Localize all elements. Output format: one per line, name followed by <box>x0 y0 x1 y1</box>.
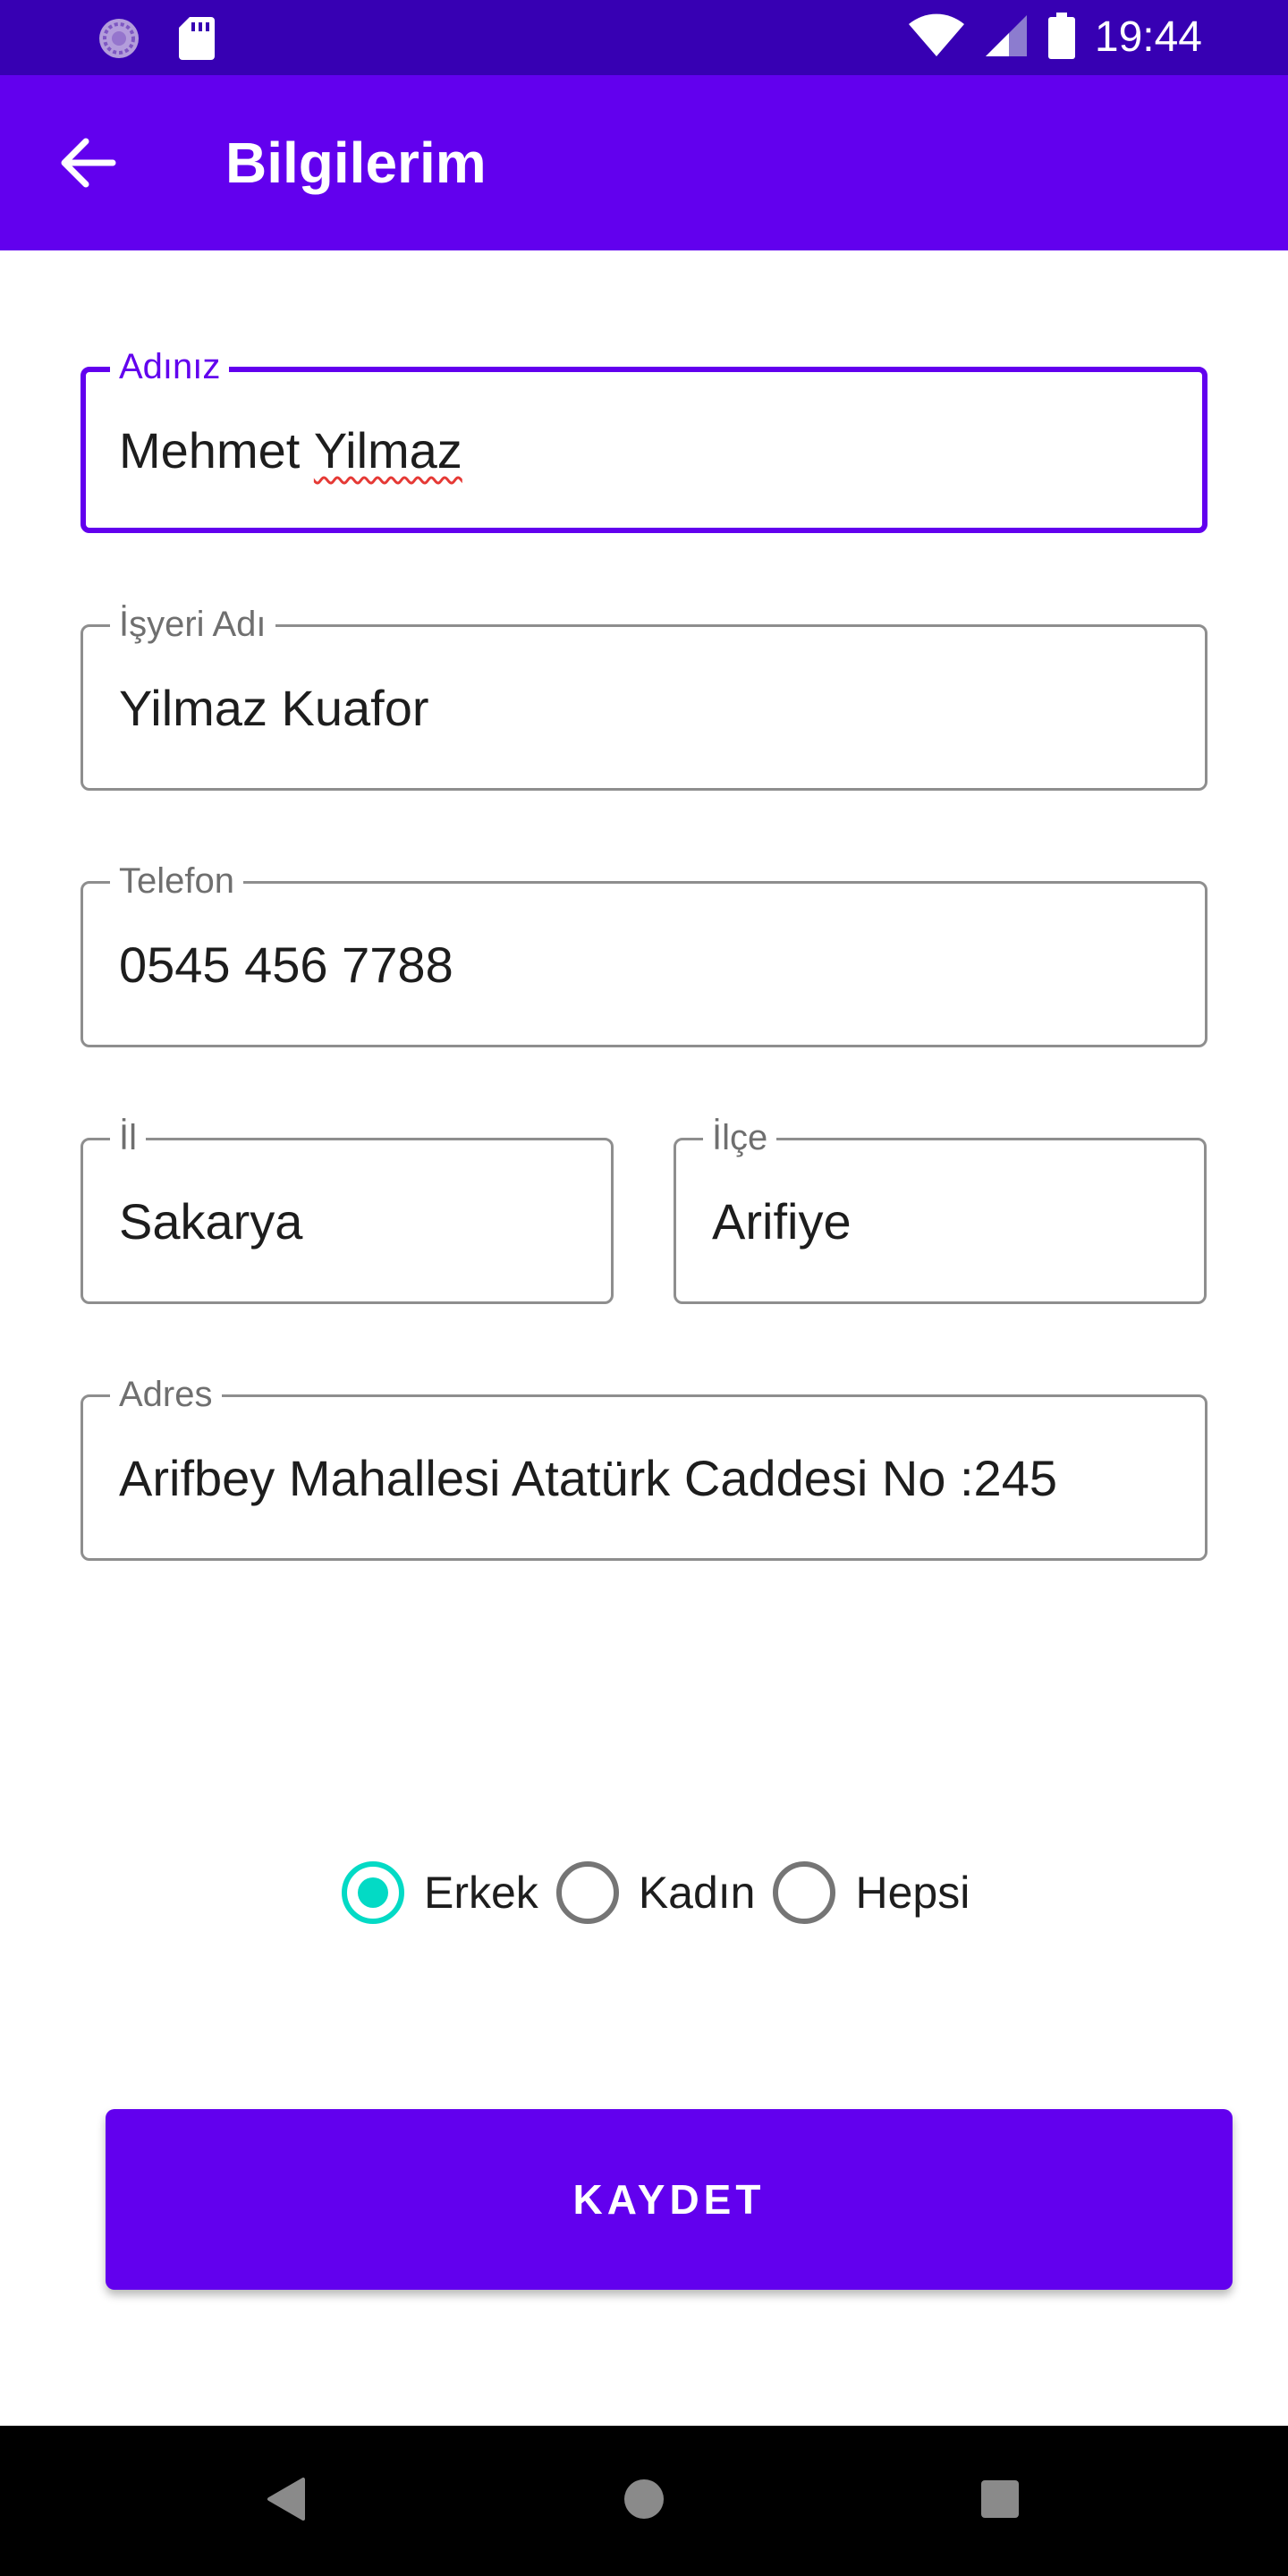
address-input[interactable]: Arifbey Mahallesi Atatürk Caddesi No :24… <box>119 1397 1057 1558</box>
signal-icon <box>984 13 1029 63</box>
city-input[interactable]: Sakarya <box>119 1140 302 1301</box>
phone-field[interactable]: Telefon 0545 456 7788 <box>80 860 1208 1047</box>
status-left-icons <box>97 16 215 65</box>
radio-erkek-label: Erkek <box>424 1868 538 1918</box>
home-circle-icon <box>623 2478 665 2525</box>
name-value-first: Mehmet <box>119 421 314 479</box>
wifi-icon <box>908 13 964 63</box>
radio-kadin-label: Kadın <box>638 1868 756 1918</box>
nav-recents-button[interactable] <box>964 2465 1036 2537</box>
recents-square-icon <box>980 2479 1020 2523</box>
sync-icon <box>97 16 141 65</box>
radio-checked-icon <box>342 1861 404 1924</box>
business-field[interactable]: İşyeri Adı Yilmaz Kuafor <box>80 604 1208 791</box>
battery-icon <box>1047 12 1075 64</box>
status-time: 19:44 <box>1094 13 1202 61</box>
name-field[interactable]: Adınız Mehmet Yilmaz <box>80 346 1208 533</box>
address-field[interactable]: Adres Arifbey Mahallesi Atatürk Caddesi … <box>80 1374 1208 1561</box>
nav-home-button[interactable] <box>608 2465 680 2537</box>
save-button[interactable]: KAYDET <box>106 2109 1233 2290</box>
status-right-icons: 19:44 <box>908 11 1202 64</box>
district-field[interactable]: İlçe Arifiye <box>674 1117 1207 1304</box>
radio-kadin[interactable]: Kadın <box>555 1861 756 1924</box>
screen: 19:44 Bilgilerim Adınız Mehmet Yilmaz İş… <box>0 0 1288 2576</box>
back-button[interactable] <box>45 122 131 208</box>
radio-hepsi-label: Hepsi <box>855 1868 970 1918</box>
radio-erkek[interactable]: Erkek <box>342 1861 538 1924</box>
sd-card-icon <box>179 17 215 64</box>
name-value-last: Yilmaz <box>313 421 462 479</box>
nav-back-button[interactable] <box>250 2465 322 2537</box>
system-nav-bar <box>0 2426 1288 2576</box>
phone-input[interactable]: 0545 456 7788 <box>119 884 453 1045</box>
status-bar: 19:44 <box>0 0 1288 75</box>
arrow-back-icon <box>59 138 116 192</box>
business-input[interactable]: Yilmaz Kuafor <box>119 627 429 788</box>
save-button-label: KAYDET <box>572 2176 766 2223</box>
district-input[interactable]: Arifiye <box>712 1140 852 1301</box>
page-title: Bilgilerim <box>225 131 487 195</box>
app-bar: Bilgilerim <box>0 75 1288 250</box>
city-field[interactable]: İl Sakarya <box>80 1117 614 1304</box>
gender-radio-group: Erkek Kadın Hepsi <box>342 1855 987 1930</box>
back-triangle-icon <box>266 2477 307 2526</box>
radio-unchecked-icon <box>555 1861 619 1924</box>
name-input[interactable]: Mehmet Yilmaz <box>119 372 462 528</box>
radio-unchecked-icon <box>773 1861 836 1924</box>
radio-hepsi[interactable]: Hepsi <box>773 1861 970 1924</box>
